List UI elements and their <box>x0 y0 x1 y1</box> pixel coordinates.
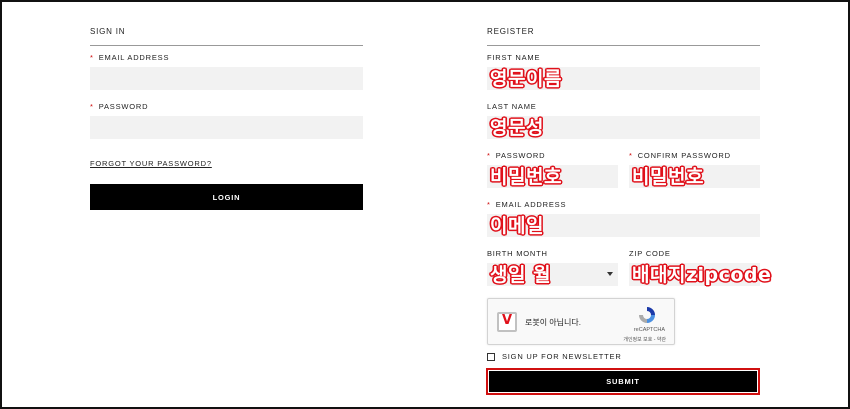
signin-section: SIGN IN * EMAIL ADDRESS * PASSWORD FORGOT … <box>90 15 363 210</box>
last-name-label: LAST NAME <box>487 102 537 111</box>
first-name-input[interactable]: 영문이름 <box>487 67 760 90</box>
first-name-group: FIRST NAME 영문이름 <box>487 53 760 90</box>
register-password-group: * PASSWORD 비밀번호 <box>487 151 618 188</box>
register-password-label: * PASSWORD <box>487 151 618 160</box>
chevron-down-icon <box>607 272 613 276</box>
confirm-password-annotation: 비밀번호 <box>632 166 704 188</box>
login-button[interactable]: LOGIN <box>90 184 363 210</box>
password-annotation: 비밀번호 <box>490 166 562 188</box>
recaptcha-checkbox[interactable]: V <box>497 312 517 332</box>
recaptcha-text: 로봇이 아닙니다. <box>525 318 581 327</box>
birth-zip-row: BIRTH MONTH 생일 월 ZIP CODE 배대지zipcode <box>487 249 771 286</box>
register-section: REGISTER FIRST NAME 영문이름 LAST NAME 영문성 *… <box>486 15 771 395</box>
signin-email-input[interactable] <box>90 67 363 90</box>
birth-month-annotation: 생일 월 <box>490 264 552 286</box>
forgot-password-link[interactable]: FORGOT YOUR PASSWORD? <box>90 159 212 168</box>
signin-email-group: * EMAIL ADDRESS <box>90 53 363 90</box>
first-name-label: FIRST NAME <box>487 53 541 62</box>
last-name-input[interactable]: 영문성 <box>487 116 760 139</box>
zip-group: ZIP CODE 배대지zipcode <box>629 249 771 286</box>
required-mark: * <box>90 102 94 111</box>
first-name-annotation: 영문이름 <box>490 68 562 90</box>
required-mark: * <box>487 151 491 160</box>
newsletter-checkbox[interactable] <box>487 352 495 361</box>
required-mark: * <box>487 200 491 209</box>
signin-password-label: * PASSWORD <box>90 102 363 111</box>
signin-email-label-text: EMAIL ADDRESS <box>98 53 170 62</box>
confirm-password-input[interactable]: 비밀번호 <box>629 165 760 188</box>
required-mark: * <box>90 53 94 62</box>
signin-password-label-text: PASSWORD <box>98 102 149 111</box>
register-email-group: * EMAIL ADDRESS 이메일 <box>487 200 760 237</box>
zip-label: ZIP CODE <box>629 249 671 258</box>
birth-month-select[interactable]: 생일 월 <box>487 263 618 286</box>
signin-password-group: * PASSWORD <box>90 102 363 139</box>
confirm-password-label-text: CONFIRM PASSWORD <box>637 151 731 160</box>
register-email-label-text: EMAIL ADDRESS <box>495 200 567 209</box>
recaptcha-logo-icon <box>639 307 655 323</box>
register-email-label: * EMAIL ADDRESS <box>487 200 760 209</box>
signin-title: SIGN IN <box>90 15 363 46</box>
register-password-label-text: PASSWORD <box>495 151 546 160</box>
newsletter-row: SIGN UP FOR NEWSLETTER <box>487 352 760 361</box>
recaptcha-terms[interactable]: 개인정보 보호 - 약관 <box>623 336 666 343</box>
confirm-password-group: * CONFIRM PASSWORD 비밀번호 <box>629 151 760 188</box>
password-row: * PASSWORD 비밀번호 * CONFIRM PASSWORD 비밀번호 <box>487 151 760 188</box>
signin-password-input[interactable] <box>90 116 363 139</box>
birth-month-label: BIRTH MONTH <box>487 249 548 258</box>
submit-highlight: SUBMIT <box>486 368 760 395</box>
confirm-password-label: * CONFIRM PASSWORD <box>629 151 760 160</box>
signin-email-label: * EMAIL ADDRESS <box>90 53 363 62</box>
required-mark: * <box>629 151 633 160</box>
register-title: REGISTER <box>487 15 760 46</box>
submit-button[interactable]: SUBMIT <box>489 371 757 392</box>
recaptcha-brand: reCAPTCHA <box>633 327 665 333</box>
recaptcha-widget: V 로봇이 아닙니다. reCAPTCHA 개인정보 보호 - 약관 <box>487 298 675 345</box>
recaptcha-check-annotation: V <box>502 313 513 328</box>
birth-month-group: BIRTH MONTH 생일 월 <box>487 249 618 286</box>
newsletter-label: SIGN UP FOR NEWSLETTER <box>502 352 622 361</box>
last-name-annotation: 영문성 <box>490 117 544 139</box>
register-email-input[interactable]: 이메일 <box>487 214 760 237</box>
zip-input[interactable]: 배대지zipcode <box>629 263 771 286</box>
register-password-input[interactable]: 비밀번호 <box>487 165 618 188</box>
email-annotation: 이메일 <box>490 215 544 237</box>
zip-annotation: 배대지zipcode <box>632 264 772 286</box>
last-name-group: LAST NAME 영문성 <box>487 102 760 139</box>
